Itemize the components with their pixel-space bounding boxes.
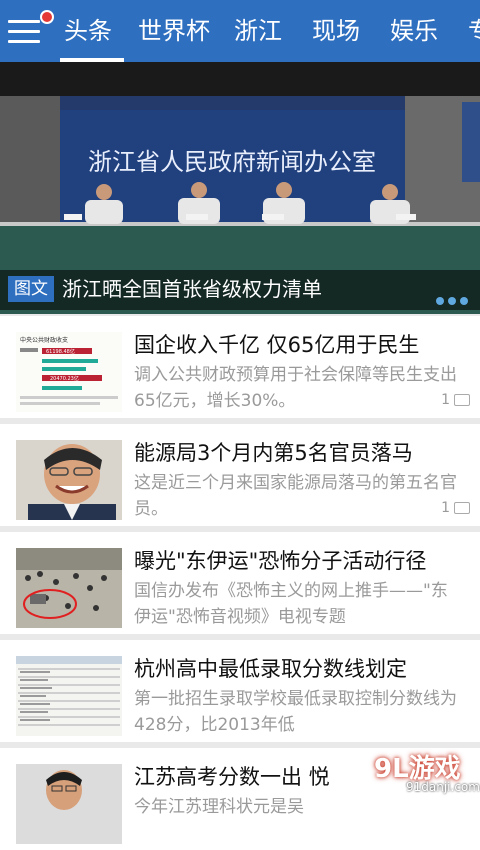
news-summary: 第一批招生录取学校最低录取控制分数线为428分，比2013年低 [134, 689, 457, 735]
news-summary: 国信办发布《恐怖主义的网上推手——"东伊运"恐怖音视频》电视专题 [134, 581, 448, 627]
news-item[interactable]: 中央公共财政收支 61198.48亿 20470.23亿 国企收入千亿 仅65亿… [0, 316, 480, 418]
news-thumbnail [16, 548, 122, 628]
carousel-pager [432, 290, 468, 309]
comment-count-value: 1 [441, 392, 450, 408]
comment-count-value: 1 [441, 500, 450, 516]
tab-headlines[interactable]: 头条 [64, 14, 112, 48]
news-summary: 今年江苏理科状元是吴 [134, 797, 304, 817]
news-title[interactable]: 杭州高中最低录取分数线划定 [134, 654, 474, 684]
comment-icon [454, 394, 470, 406]
news-title[interactable]: 曝光"东伊运"恐怖分子活动行径 [134, 546, 474, 576]
top-nav-bar: 头条 世界杯 浙江 现场 娱乐 专 [0, 0, 480, 62]
pager-dot[interactable] [448, 297, 456, 305]
news-thumbnail: 中央公共财政收支 61198.48亿 20470.23亿 [16, 332, 122, 412]
hero-banner-text: 浙江省人民政府新闻办公室 [88, 148, 376, 176]
news-item[interactable]: 能源局3个月内第5名官员落马 这是近三个月来国家能源局落马的第五名官员。 1 [0, 424, 480, 526]
hero-tag-badge: 图文 [8, 276, 54, 302]
tab-world-cup[interactable]: 世界杯 [138, 14, 210, 48]
news-thumbnail [16, 656, 122, 736]
tab-live[interactable]: 现场 [312, 14, 360, 48]
pager-dot[interactable] [436, 297, 444, 305]
news-item[interactable]: 曝光"东伊运"恐怖分子活动行径 国信办发布《恐怖主义的网上推手——"东伊运"恐怖… [0, 532, 480, 634]
comment-count[interactable]: 1 [441, 500, 470, 516]
svg-text:61198.48亿: 61198.48亿 [46, 348, 75, 355]
pager-dot[interactable] [460, 297, 468, 305]
tab-more[interactable]: 专 [468, 14, 480, 48]
news-title[interactable]: 能源局3个月内第5名官员落马 [134, 438, 474, 468]
comment-icon [454, 502, 470, 514]
svg-text:中央公共财政收支: 中央公共财政收支 [20, 336, 68, 344]
hamburger-icon-line [8, 40, 40, 43]
news-summary: 调入公共财政预算用于社会保障等民生支出65亿元，增长30%。 [134, 365, 457, 411]
watermark-url: 91danji.com [406, 780, 480, 794]
comment-count[interactable]: 1 [441, 392, 470, 408]
news-thumbnail [16, 764, 122, 844]
news-item[interactable]: 杭州高中最低录取分数线划定 第一批招生录取学校最低录取控制分数线为428分，比2… [0, 640, 480, 742]
notification-dot [40, 10, 54, 24]
svg-text:20470.23亿: 20470.23亿 [50, 375, 79, 382]
hero-title[interactable]: 浙江晒全国首张省级权力清单 [62, 274, 322, 304]
tab-zhejiang[interactable]: 浙江 [234, 14, 282, 48]
tab-entertainment[interactable]: 娱乐 [390, 14, 438, 48]
hamburger-icon-line [8, 30, 40, 33]
hamburger-icon [8, 20, 40, 23]
news-thumbnail [16, 440, 122, 520]
news-title[interactable]: 国企收入千亿 仅65亿用于民生 [134, 330, 474, 360]
news-summary: 这是近三个月来国家能源局落马的第五名官员。 [134, 473, 457, 519]
menu-button[interactable] [6, 10, 54, 52]
